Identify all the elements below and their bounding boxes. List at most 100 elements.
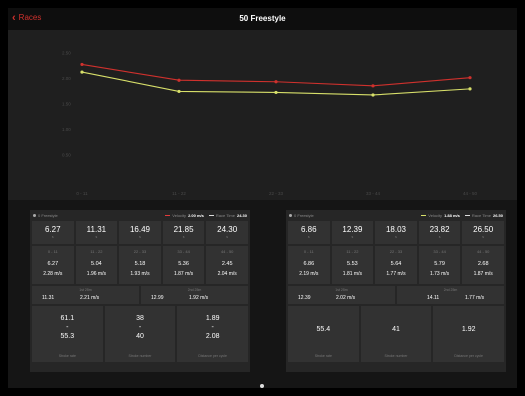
stat-value-top: 61.1 bbox=[60, 315, 75, 322]
split-cell: 12.39 s bbox=[331, 221, 374, 244]
y-tick-label: 1.50 bbox=[62, 102, 71, 107]
split-unit: s bbox=[51, 235, 54, 239]
legend-swatch bbox=[464, 215, 470, 216]
split-cell: 11.31 s bbox=[75, 221, 118, 244]
split-value: 21.85 bbox=[173, 225, 194, 234]
segment-time: 2.68 bbox=[477, 261, 489, 267]
segment-cell: 0 - 11 6.27 2.28 m/s bbox=[32, 246, 74, 284]
data-point[interactable] bbox=[80, 62, 84, 67]
stat-label: Stroke rate bbox=[58, 354, 76, 358]
segment-range: 44 - 50 bbox=[220, 249, 234, 254]
speed-chart: 2.50 2.00 1.50 1.00 0.50 0 - 11 11 - 22 22 - 33… bbox=[8, 30, 517, 200]
page-indicator-dot[interactable] bbox=[260, 384, 264, 388]
page-title: 50 Freestyle bbox=[239, 14, 286, 23]
legend-label: Velocity bbox=[172, 213, 187, 218]
segment-speed: 1.81 m/s bbox=[342, 271, 362, 277]
segment-time: 5.18 bbox=[134, 261, 146, 267]
legend-value: 2.00 m/s bbox=[188, 213, 204, 218]
data-point[interactable] bbox=[468, 87, 472, 91]
data-point[interactable] bbox=[177, 78, 181, 82]
legend-value: 24.30 bbox=[236, 213, 247, 218]
half-label: 1st 25m bbox=[79, 288, 92, 292]
legend-velocity: Velocity 2.00 m/s bbox=[165, 213, 204, 218]
stat-label: Stroke rate bbox=[314, 354, 332, 358]
stroke-stats-row: 61.1 - 55.3 Stroke rate 38 - 40 Stroke n… bbox=[30, 306, 250, 362]
split-unit: s bbox=[139, 235, 141, 239]
split-cell: 24.30 s bbox=[206, 221, 248, 244]
stroke-number-card: 41 Stroke number bbox=[360, 306, 432, 362]
data-point[interactable] bbox=[274, 80, 278, 84]
y-tick-label: 2.00 bbox=[62, 76, 71, 81]
legend-swatch bbox=[165, 215, 171, 216]
segment-cell: 44 - 50 2.45 2.04 m/s bbox=[206, 246, 248, 284]
panel-title: 0 Freestyle bbox=[38, 213, 58, 218]
segment-speed: 1.93 m/s bbox=[130, 271, 150, 277]
stat-label: Distance per cycle bbox=[198, 354, 227, 358]
segment-time: 5.53 bbox=[347, 261, 358, 267]
segment-speed: 2.19 m/s bbox=[299, 271, 319, 277]
split-value: 6.86 bbox=[301, 225, 317, 234]
split-value: 11.31 bbox=[86, 225, 107, 234]
race-panel-right: 0 Freestyle Velocity 1.88 m/s Race Time … bbox=[286, 210, 506, 372]
split-cell: 23.82 s bbox=[418, 221, 461, 244]
segment-range: 33 - 44 bbox=[433, 249, 446, 254]
data-point[interactable] bbox=[274, 90, 278, 95]
segment-cell: 44 - 50 2.68 1.87 m/s bbox=[462, 246, 504, 284]
x-tick-label: 22 - 33 bbox=[269, 191, 284, 196]
segment-row: 0 - 11 6.86 2.19 m/s 11 - 22 5.53 1.81 m/s 2… bbox=[286, 246, 506, 284]
half-cell-first: 1st 25m 12.39 2.02 m/s bbox=[288, 286, 395, 304]
segment-range: 0 - 11 bbox=[47, 249, 58, 254]
half-label: 1st 25m bbox=[335, 288, 348, 292]
legend-label: Velocity bbox=[428, 213, 443, 218]
split-cell: 21.85 s bbox=[162, 221, 205, 244]
stat-label: Distance per cycle bbox=[454, 354, 483, 358]
stat-value: 1.92 bbox=[461, 326, 476, 333]
stat-value-top: 38 bbox=[136, 315, 144, 322]
distance-per-cycle-card: 1.92 Distance per cycle bbox=[433, 306, 505, 362]
data-point[interactable] bbox=[371, 84, 375, 88]
segment-range: 11 - 22 bbox=[90, 249, 103, 254]
segment-speed: 2.28 m/s bbox=[43, 271, 63, 277]
x-tick-label: 11 - 22 bbox=[172, 191, 186, 196]
data-point[interactable] bbox=[177, 89, 181, 94]
chart-svg: 2.50 2.00 1.50 1.00 0.50 0 - 11 11 - 22 22 - 33… bbox=[62, 51, 478, 196]
stat-label: Stroke number bbox=[384, 354, 408, 358]
legend-value: 26.50 bbox=[492, 213, 503, 218]
data-point[interactable] bbox=[468, 76, 472, 80]
segment-speed: 2.04 m/s bbox=[217, 271, 237, 277]
navigation-bar: ‹ Races 50 Freestyle bbox=[8, 8, 517, 30]
split-cell: 16.49 s bbox=[119, 221, 161, 244]
legend-value: 1.88 m/s bbox=[444, 213, 460, 218]
segment-cell: 0 - 11 6.86 2.19 m/s bbox=[288, 246, 330, 284]
split-unit: s bbox=[182, 235, 185, 239]
segment-range: 0 - 11 bbox=[303, 249, 314, 254]
segment-range: 22 - 33 bbox=[389, 249, 403, 254]
app-frame: ‹ Races 50 Freestyle 2.50 2.00 1.50 1.00 0.5… bbox=[8, 8, 517, 388]
stroke-stats-row: 55.4 Stroke rate 41 Stroke number 1.92 D… bbox=[286, 306, 506, 362]
data-point[interactable] bbox=[371, 93, 375, 97]
half-speed: 1.77 m/s bbox=[465, 295, 485, 301]
y-tick-label: 1.00 bbox=[62, 127, 71, 132]
x-tick-label: 44 - 50 bbox=[463, 191, 478, 196]
stroke-rate-card: 61.1 - 55.3 Stroke rate bbox=[32, 306, 103, 362]
segment-cell: 33 - 44 5.36 1.87 m/s bbox=[162, 246, 205, 284]
panel-header: 0 Freestyle Velocity 2.00 m/s Race Time … bbox=[30, 210, 250, 221]
split-cell: 6.27 s bbox=[32, 221, 74, 244]
half-time: 12.39 bbox=[298, 295, 311, 301]
x-tick-label: 33 - 44 bbox=[366, 191, 381, 196]
stat-value-top: 1.89 bbox=[205, 315, 220, 322]
half-time: 11.31 bbox=[42, 295, 55, 301]
y-tick-label: 0.50 bbox=[62, 153, 71, 158]
segment-range: 44 - 50 bbox=[476, 249, 490, 254]
half-cell-second: 2nd 25m 14.11 1.77 m/s bbox=[397, 286, 504, 304]
stat-value: 41 bbox=[392, 326, 400, 333]
split-times-row: 6.27 s 11.31 s 16.49 s 21.85 s 24.30 s bbox=[30, 221, 250, 244]
distance-per-cycle-card: 1.89 - 2.08 Distance per cycle bbox=[177, 306, 249, 362]
data-point[interactable] bbox=[80, 70, 84, 74]
split-times-row: 6.86 s 12.39 s 18.03 s 23.82 s 26.50 s bbox=[286, 221, 506, 244]
half-time: 14.11 bbox=[427, 295, 440, 301]
split-unit: s bbox=[351, 235, 354, 239]
stat-value-bottom: 2.08 bbox=[205, 333, 220, 340]
halves-row: 1st 25m 11.31 2.21 m/s 2nd 25m 12.99 1.9… bbox=[30, 286, 250, 304]
split-value: 6.27 bbox=[45, 225, 61, 234]
